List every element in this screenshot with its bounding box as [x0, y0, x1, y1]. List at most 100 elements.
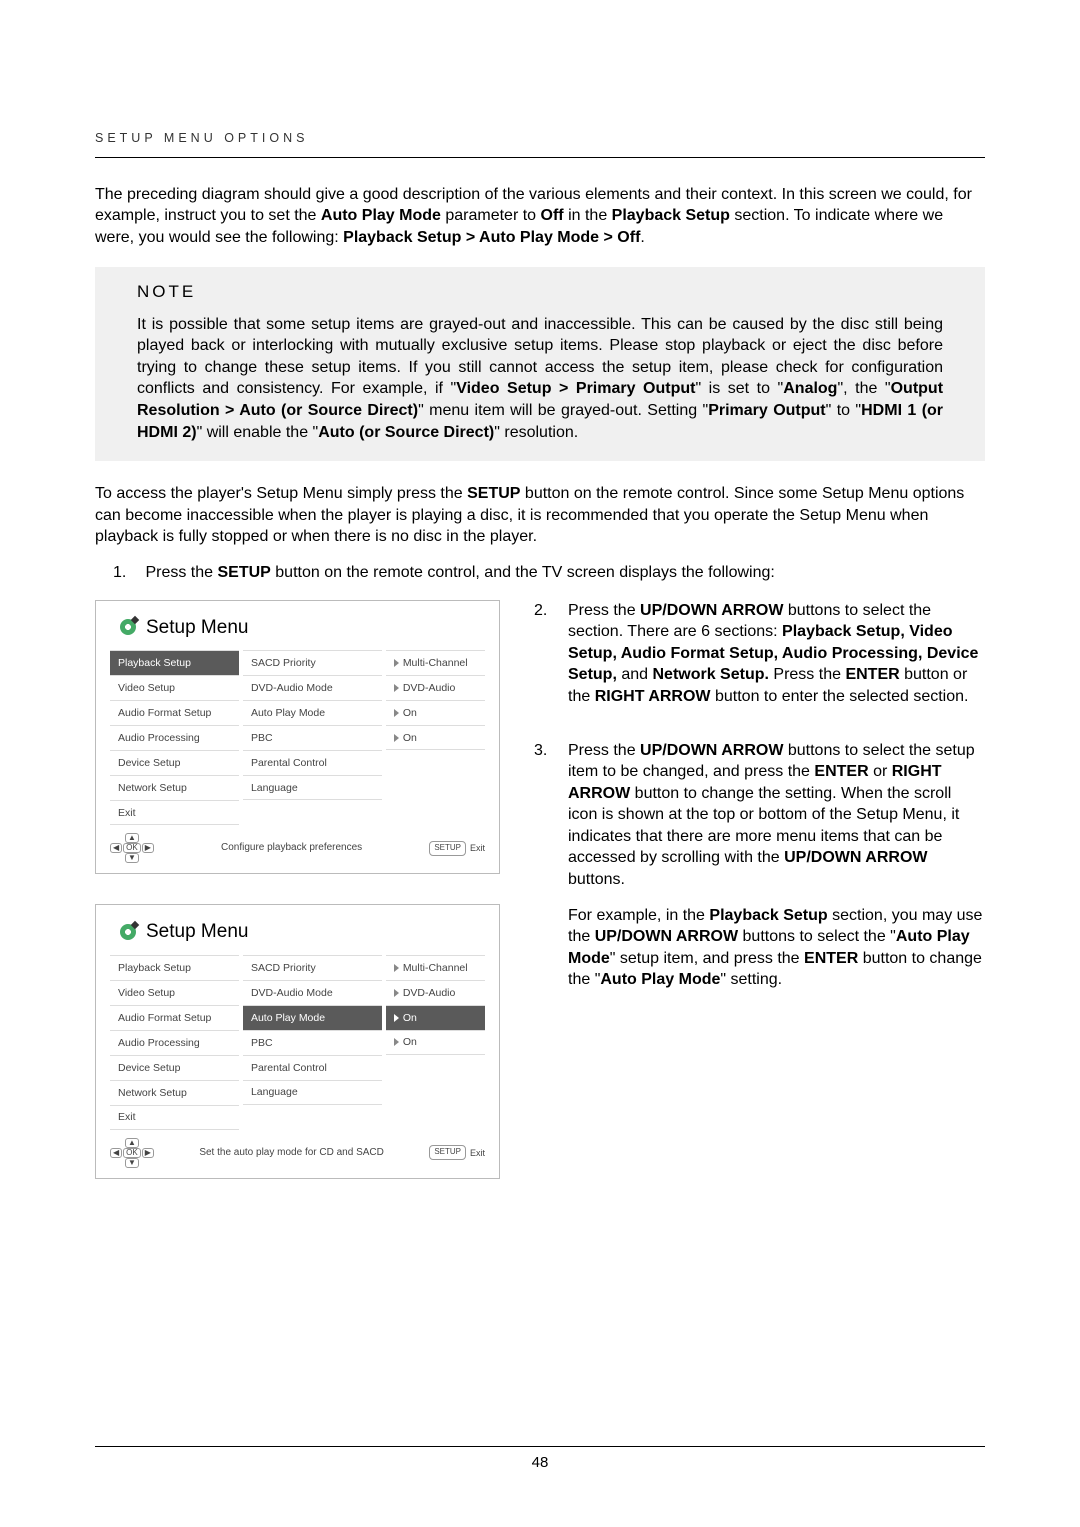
menu-value-selected[interactable]: On [386, 1005, 485, 1030]
menu-item[interactable]: PBC [243, 1030, 382, 1055]
setup-menu-title-text: Setup Menu [146, 615, 248, 641]
menu-item[interactable]: Parental Control [243, 750, 382, 775]
note-body: It is possible that some setup items are… [137, 314, 943, 444]
bold: SETUP [467, 485, 520, 502]
menu-values: Multi-Channel DVD-Audio On On [386, 650, 485, 825]
menu-section[interactable]: Audio Processing [110, 1030, 239, 1055]
menu-value[interactable]: On [386, 700, 485, 725]
intro-paragraph: The preceding diagram should give a good… [95, 184, 985, 249]
text: Press the [568, 602, 640, 619]
menu-items: SACD Priority DVD-Audio Mode Auto Play M… [243, 650, 382, 825]
menu-value[interactable]: On [386, 1030, 485, 1055]
menu-section[interactable]: Video Setup [110, 980, 239, 1005]
intro-bold: Off [541, 207, 564, 224]
menu-item[interactable]: Language [243, 1080, 382, 1105]
menu-value[interactable]: DVD-Audio [386, 675, 485, 700]
setup-button-label: SETUP [429, 1145, 466, 1160]
exit-label: Exit [470, 1147, 485, 1159]
setup-menu-title: Setup Menu [118, 615, 485, 641]
intro-bold: Auto Play Mode [321, 207, 441, 224]
menu-value[interactable]: On [386, 725, 485, 750]
page-header: SETUP MENU OPTIONS [95, 130, 985, 147]
menu-footer: ▲ ◀OK▶ ▼ Set the auto play mode for CD a… [110, 1138, 485, 1168]
bold: Auto Play Mode [600, 971, 720, 988]
text: Press the [769, 666, 845, 683]
menu-item[interactable]: DVD-Audio Mode [243, 980, 382, 1005]
step-3: 3. Press the UP/DOWN ARROW buttons to se… [534, 740, 985, 1006]
menu-item[interactable]: PBC [243, 725, 382, 750]
step-2: 2. Press the UP/DOWN ARROW buttons to se… [534, 600, 985, 722]
text: buttons to select the " [738, 928, 896, 945]
menu-footer: ▲ ◀OK▶ ▼ Configure playback preferences … [110, 833, 485, 863]
intro-text: parameter to [441, 207, 541, 224]
footer-rule [95, 1446, 985, 1447]
menu-sections: Playback Setup Video Setup Audio Format … [110, 650, 239, 825]
page-number: 48 [0, 1453, 1080, 1473]
gear-icon [118, 922, 138, 942]
step-bold: SETUP [217, 564, 270, 581]
setup-exit: SETUP Exit [429, 841, 485, 856]
menu-item[interactable]: SACD Priority [243, 955, 382, 980]
access-paragraph: To access the player's Setup Menu simply… [95, 483, 985, 548]
text: or [869, 763, 892, 780]
text: and [617, 666, 653, 683]
intro-text: . [640, 229, 644, 246]
text: buttons. [568, 871, 625, 888]
nav-icon: ▲ ◀OK▶ ▼ [110, 1138, 154, 1168]
note-text: " menu item will be grayed-out. Setting … [418, 402, 708, 419]
note-text: " to " [826, 402, 862, 419]
menu-value[interactable]: Multi-Channel [386, 650, 485, 675]
menu-section[interactable]: Video Setup [110, 675, 239, 700]
bold: Playback Setup [709, 907, 827, 924]
ok-label: OK [123, 1148, 141, 1158]
menu-section[interactable]: Network Setup [110, 1080, 239, 1105]
note-text: " resolution. [494, 424, 578, 441]
setup-exit: SETUP Exit [429, 1145, 485, 1160]
menu-hint: Configure playback preferences [154, 841, 429, 855]
menu-section[interactable]: Network Setup [110, 775, 239, 800]
setup-menu-screenshot-2: Setup Menu Playback Setup Video Setup Au… [95, 904, 500, 1179]
bold: ENTER [814, 763, 868, 780]
text: button to enter the selected section. [711, 688, 969, 705]
menu-section-exit[interactable]: Exit [110, 800, 239, 825]
menu-sections: Playback Setup Video Setup Audio Format … [110, 955, 239, 1130]
gear-icon [118, 617, 138, 637]
text: " setting. [720, 971, 782, 988]
menu-value[interactable]: DVD-Audio [386, 980, 485, 1005]
menu-section[interactable]: Device Setup [110, 1055, 239, 1080]
text: For example, in the [568, 907, 709, 924]
menu-item[interactable]: Language [243, 775, 382, 800]
note-bold: Analog [783, 380, 837, 397]
text: To access the player's Setup Menu simply… [95, 485, 467, 502]
text: Press the [568, 742, 640, 759]
menu-section[interactable]: Playback Setup [110, 955, 239, 980]
screenshots-column: Setup Menu Playback Setup Video Setup Au… [95, 600, 500, 1209]
text: " setup item, and press the [610, 950, 804, 967]
menu-section[interactable]: Playback Setup [110, 650, 239, 675]
bold: ENTER [804, 950, 858, 967]
menu-item[interactable]: DVD-Audio Mode [243, 675, 382, 700]
menu-item[interactable]: Parental Control [243, 1055, 382, 1080]
header-rule [95, 157, 985, 158]
note-bold: Video Setup > Primary Output [456, 380, 695, 397]
ok-label: OK [123, 843, 141, 853]
menu-section[interactable]: Device Setup [110, 750, 239, 775]
steps-column: 2. Press the UP/DOWN ARROW buttons to se… [534, 600, 985, 1209]
note-text: ", the " [837, 380, 890, 397]
menu-value[interactable]: Multi-Channel [386, 955, 485, 980]
bold: RIGHT ARROW [595, 688, 711, 705]
nav-icon: ▲ ◀OK▶ ▼ [110, 833, 154, 863]
menu-section-exit[interactable]: Exit [110, 1105, 239, 1130]
intro-text: in the [564, 207, 612, 224]
note-text: " is set to " [695, 380, 783, 397]
menu-items: SACD Priority DVD-Audio Mode Auto Play M… [243, 955, 382, 1130]
menu-item[interactable]: Auto Play Mode [243, 700, 382, 725]
bold: ENTER [845, 666, 899, 683]
menu-section[interactable]: Audio Format Setup [110, 700, 239, 725]
menu-item-selected[interactable]: Auto Play Mode [243, 1005, 382, 1030]
step-number: 3. [534, 740, 568, 1006]
menu-section[interactable]: Audio Processing [110, 725, 239, 750]
menu-item[interactable]: SACD Priority [243, 650, 382, 675]
step-text: Press the [145, 564, 217, 581]
menu-section[interactable]: Audio Format Setup [110, 1005, 239, 1030]
